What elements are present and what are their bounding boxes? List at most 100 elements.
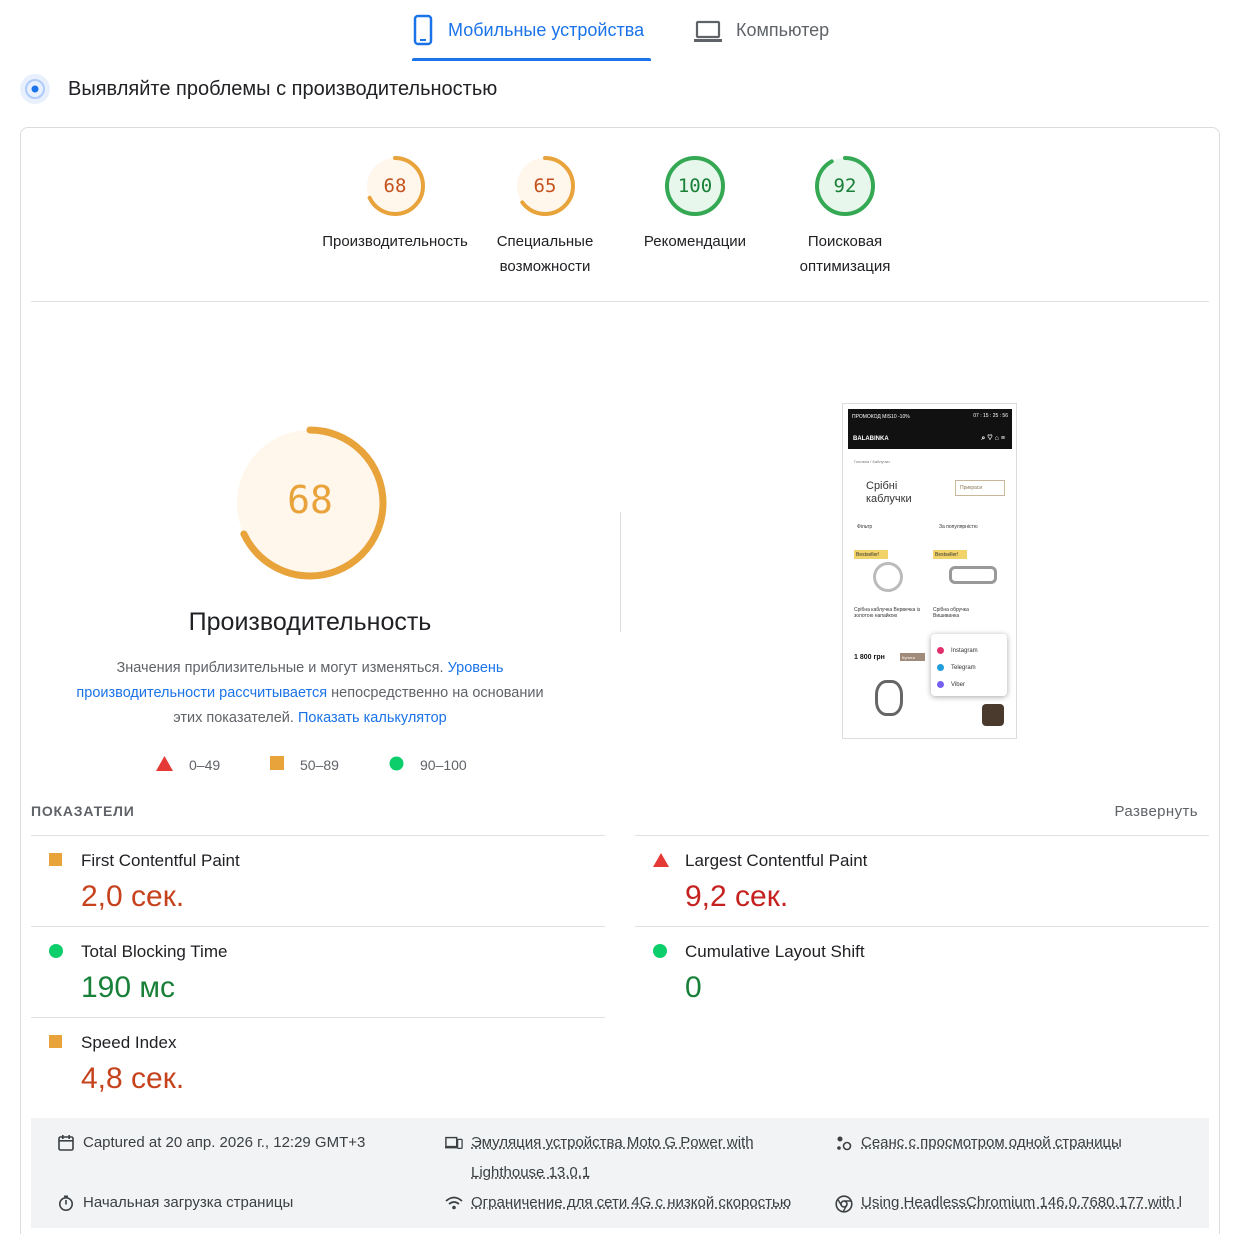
metric-value: 190 мс xyxy=(81,971,176,1004)
gauge-label: Производительность xyxy=(322,233,468,250)
laptop-icon xyxy=(694,20,722,42)
device-line-1[interactable]: Эмуляция устройства Moto G Power with xyxy=(471,1128,754,1158)
thumb-breadcrumb: Головна / Каблучки xyxy=(854,459,890,464)
circle-icon xyxy=(389,756,404,774)
thumb-heading: Срібні каблучки xyxy=(866,480,912,505)
session-text[interactable]: Сеанс с просмотром одной страницы xyxy=(861,1128,1122,1158)
performance-gauge-large: 68 xyxy=(233,426,387,580)
tab-mobile-label: Мобильные устройства xyxy=(448,20,645,40)
metric-value: 4,8 сек. xyxy=(81,1062,185,1095)
devices-icon xyxy=(445,1136,463,1150)
legend-average: 50–89 xyxy=(270,756,339,773)
session-icon xyxy=(837,1136,852,1151)
expand-toggle[interactable]: Развернуть xyxy=(1114,803,1198,820)
chrome-icon xyxy=(835,1195,853,1213)
tab-desktop[interactable]: Компьютер xyxy=(694,14,829,62)
thumb-popup-item: Viber xyxy=(937,676,1001,693)
thumb-product-title: Срібна каблучка Вервечка із золотою напа… xyxy=(854,607,921,619)
thumb-chat-button xyxy=(982,704,1004,726)
gauge-label: Специальные возможности xyxy=(496,233,594,275)
gauge-ring: 92 xyxy=(814,155,876,217)
thumb-ring-image xyxy=(949,566,997,584)
performance-score: 68 xyxy=(287,478,333,522)
timer-icon xyxy=(59,1195,73,1211)
thumb-promo-text: ПРОМОКОД MIS10 -10% xyxy=(852,414,910,420)
smartphone-icon xyxy=(413,14,433,46)
network-text[interactable]: Ограничение для сети 4G с низкой скорост… xyxy=(471,1188,791,1218)
thumb-badge: Bestseller! xyxy=(933,550,967,559)
metric-name: First Contentful Paint xyxy=(81,851,240,870)
thumb-popup-item: Telegram xyxy=(937,659,1001,676)
section-title: Выявляйте проблемы с производительностью xyxy=(68,77,498,100)
thumb-ring-image xyxy=(875,680,903,716)
metric-name: Largest Contentful Paint xyxy=(685,851,868,870)
info-initial-load: Начальная загрузка страницы xyxy=(57,1188,293,1218)
gauge-score: 100 xyxy=(677,175,713,197)
thumb-ring-image xyxy=(873,562,903,592)
gauge-performance[interactable]: 68 Производительность xyxy=(320,155,470,254)
metric-value: 2,0 сек. xyxy=(81,880,185,913)
legend-fail: 0–49 xyxy=(156,756,220,774)
thumb-popup-item: Instagram xyxy=(937,642,1001,659)
metric-name: Cumulative Layout Shift xyxy=(685,942,865,961)
thumb-timer: 07 : 15 : 25 : 56 xyxy=(973,413,1008,419)
metric-value: 9,2 сек. xyxy=(685,880,789,913)
gauge-label: Поисковая оптимизация xyxy=(799,233,891,275)
gauge-ring: 65 xyxy=(514,155,576,217)
thumb-badge: Bestseller! xyxy=(854,550,888,559)
performance-title: Производительность xyxy=(188,608,432,636)
gauge-score: 92 xyxy=(833,175,857,197)
metric-cls: Cumulative Layout Shift 0 xyxy=(635,927,1195,1017)
info-device[interactable]: Эмуляция устройства Moto G Power with Li… xyxy=(445,1128,754,1188)
wifi-icon xyxy=(445,1196,463,1210)
device-text: Эмуляция устройства Moto G Power with Li… xyxy=(471,1128,754,1188)
thumb-filter: Фільтр xyxy=(857,524,873,530)
triangle-icon xyxy=(156,756,173,774)
performance-description: Значения приблизительные и могут изменят… xyxy=(60,656,560,731)
page-screenshot-thumbnail[interactable]: ПРОМОКОД MIS10 -10% 07 : 15 : 25 : 56 BA… xyxy=(842,403,1017,739)
circle-icon xyxy=(49,944,63,963)
browser-text[interactable]: Using HeadlessChromium 146.0.7680.177 wi… xyxy=(861,1188,1181,1218)
info-session[interactable]: Сеанс с просмотром одной страницы xyxy=(835,1128,1122,1158)
device-tabs: Мобильные устройства Компьютер xyxy=(0,0,1248,62)
metric-name: Speed Index xyxy=(81,1033,177,1052)
gauge-ring: 68 xyxy=(364,155,426,217)
thumb-collections-button: Прикраси xyxy=(955,480,1005,496)
square-icon xyxy=(49,1035,62,1053)
thumb-sort: За популярністю xyxy=(939,524,978,530)
active-tab-indicator xyxy=(412,58,651,61)
info-browser[interactable]: Using HeadlessChromium 146.0.7680.177 wi… xyxy=(835,1188,1181,1218)
thumb-nav-icons: ⌕♡⌂≡ xyxy=(981,435,1007,442)
legend-pass: 90–100 xyxy=(389,756,467,774)
square-icon xyxy=(49,853,62,871)
thumb-product-title: Срібна обручка Вишиванка xyxy=(933,607,969,619)
gauge-seo[interactable]: 92 Поисковая оптимизация xyxy=(770,155,920,279)
legend-fail-label: 0–49 xyxy=(189,757,221,773)
thumb-brand: BALABINKA xyxy=(853,436,889,442)
gauge-best-practices[interactable]: 100 Рекомендации xyxy=(620,155,770,254)
calendar-icon xyxy=(58,1135,74,1151)
score-legend: 0–49 50–89 90–100 xyxy=(0,756,620,776)
thumb-price: 1 800 грн xyxy=(854,654,885,661)
initial-load-text: Начальная загрузка страницы xyxy=(83,1194,294,1211)
thumb-social-popup: Instagram Telegram Viber xyxy=(931,634,1007,696)
gauge-accessibility[interactable]: 65 Специальные возможности xyxy=(470,155,620,279)
gauge-score: 68 xyxy=(383,175,407,197)
info-network[interactable]: Ограничение для сети 4G с низкой скорост… xyxy=(445,1188,791,1218)
device-line-2[interactable]: Lighthouse 13.0.1 xyxy=(471,1158,754,1188)
thumb-navbar: BALABINKA ⌕♡⌂≡ xyxy=(848,429,1012,449)
gauge-ring: 100 xyxy=(664,155,726,217)
section-header: Выявляйте проблемы с производительностью xyxy=(20,74,497,104)
legend-pass-label: 90–100 xyxy=(420,757,467,773)
gauge-label: Рекомендации xyxy=(643,233,747,250)
metrics-heading: ПОКАЗАТЕЛИ xyxy=(31,803,135,819)
metric-tbt: Total Blocking Time 190 мс xyxy=(31,927,591,1017)
metric-value: 0 xyxy=(685,971,702,1004)
tab-mobile[interactable]: Мобильные устройства xyxy=(412,14,651,62)
metric-lcp: Largest Contentful Paint 9,2 сек. xyxy=(635,836,1195,926)
thumb-promo-bar: ПРОМОКОД MIS10 -10% 07 : 15 : 25 : 56 xyxy=(848,409,1012,429)
square-icon xyxy=(270,756,284,773)
runtime-info-panel: Captured at 20 апр. 2026 г., 12:29 GMT+3… xyxy=(31,1118,1209,1228)
show-calculator-link[interactable]: Показать калькулятор xyxy=(298,710,447,726)
metric-name: Total Blocking Time xyxy=(81,942,228,961)
